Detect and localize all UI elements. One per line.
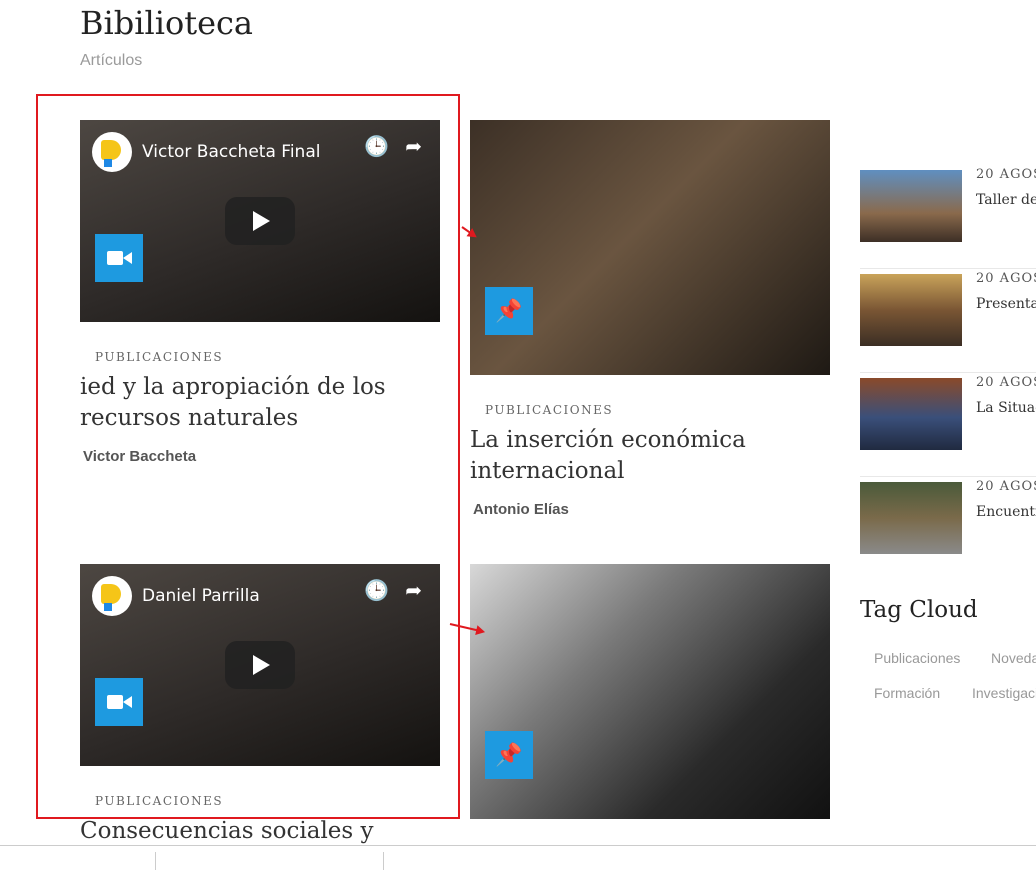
recent-posts: 20 AGOS Taller de v COFE 20 AGOS Present… bbox=[860, 165, 1036, 581]
article-title[interactable]: La inserción económica internacional bbox=[470, 425, 830, 487]
article-card: 📌 PUBLICACIONES La inserción económica i… bbox=[470, 120, 830, 518]
post-date: 20 AGOS bbox=[976, 375, 1036, 390]
article-title[interactable]: Consecuencias sociales y bbox=[80, 816, 440, 847]
tag-cloud: Publicaciones Noveda Formación Investiga… bbox=[874, 648, 1036, 708]
bottom-bar bbox=[0, 845, 1036, 870]
list-item[interactable]: 20 AGOS Taller de v COFE bbox=[860, 165, 1036, 269]
pushpin-icon: 📌 bbox=[485, 731, 533, 779]
pushpin-icon: 📌 bbox=[485, 287, 533, 335]
post-date: 20 AGOS bbox=[976, 479, 1036, 494]
article-card: 📌 bbox=[470, 564, 830, 819]
tag-link[interactable]: Investigaci bbox=[972, 685, 1036, 701]
post-date: 20 AGOS bbox=[976, 271, 1036, 286]
post-title[interactable]: La Situaci Uruguay bbox=[976, 397, 1036, 419]
list-item[interactable]: 20 AGOS Encuentr Sindical bbox=[860, 477, 1036, 581]
post-title[interactable]: Encuentr Sindical bbox=[976, 501, 1036, 523]
article-author[interactable]: Antonio Elías bbox=[473, 501, 830, 518]
article-image[interactable]: 📌 bbox=[470, 120, 830, 375]
page-subtitle: Artículos bbox=[80, 52, 143, 69]
article-category[interactable]: PUBLICACIONES bbox=[485, 403, 830, 417]
post-thumbnail[interactable] bbox=[860, 274, 962, 346]
annotation-box bbox=[36, 94, 460, 819]
list-item[interactable]: 20 AGOS La Situaci Uruguay bbox=[860, 373, 1036, 477]
post-thumbnail[interactable] bbox=[860, 378, 962, 450]
post-thumbnail[interactable] bbox=[860, 482, 962, 554]
post-thumbnail[interactable] bbox=[860, 170, 962, 242]
post-date: 20 AGOS bbox=[976, 167, 1036, 182]
tag-link[interactable]: Publicaciones bbox=[874, 650, 960, 666]
page-title: Bibilioteca bbox=[80, 4, 253, 42]
list-item[interactable]: 20 AGOS Presentac del PIT CI bbox=[860, 269, 1036, 373]
post-title[interactable]: Taller de v COFE bbox=[976, 189, 1036, 211]
post-title[interactable]: Presentac del PIT CI bbox=[976, 293, 1036, 315]
tag-link[interactable]: Formación bbox=[874, 685, 940, 701]
tag-link[interactable]: Noveda bbox=[991, 650, 1036, 666]
tag-cloud-heading: Tag Cloud bbox=[860, 597, 978, 623]
divider bbox=[155, 852, 156, 870]
article-image[interactable]: 📌 bbox=[470, 564, 830, 819]
divider bbox=[383, 852, 384, 870]
